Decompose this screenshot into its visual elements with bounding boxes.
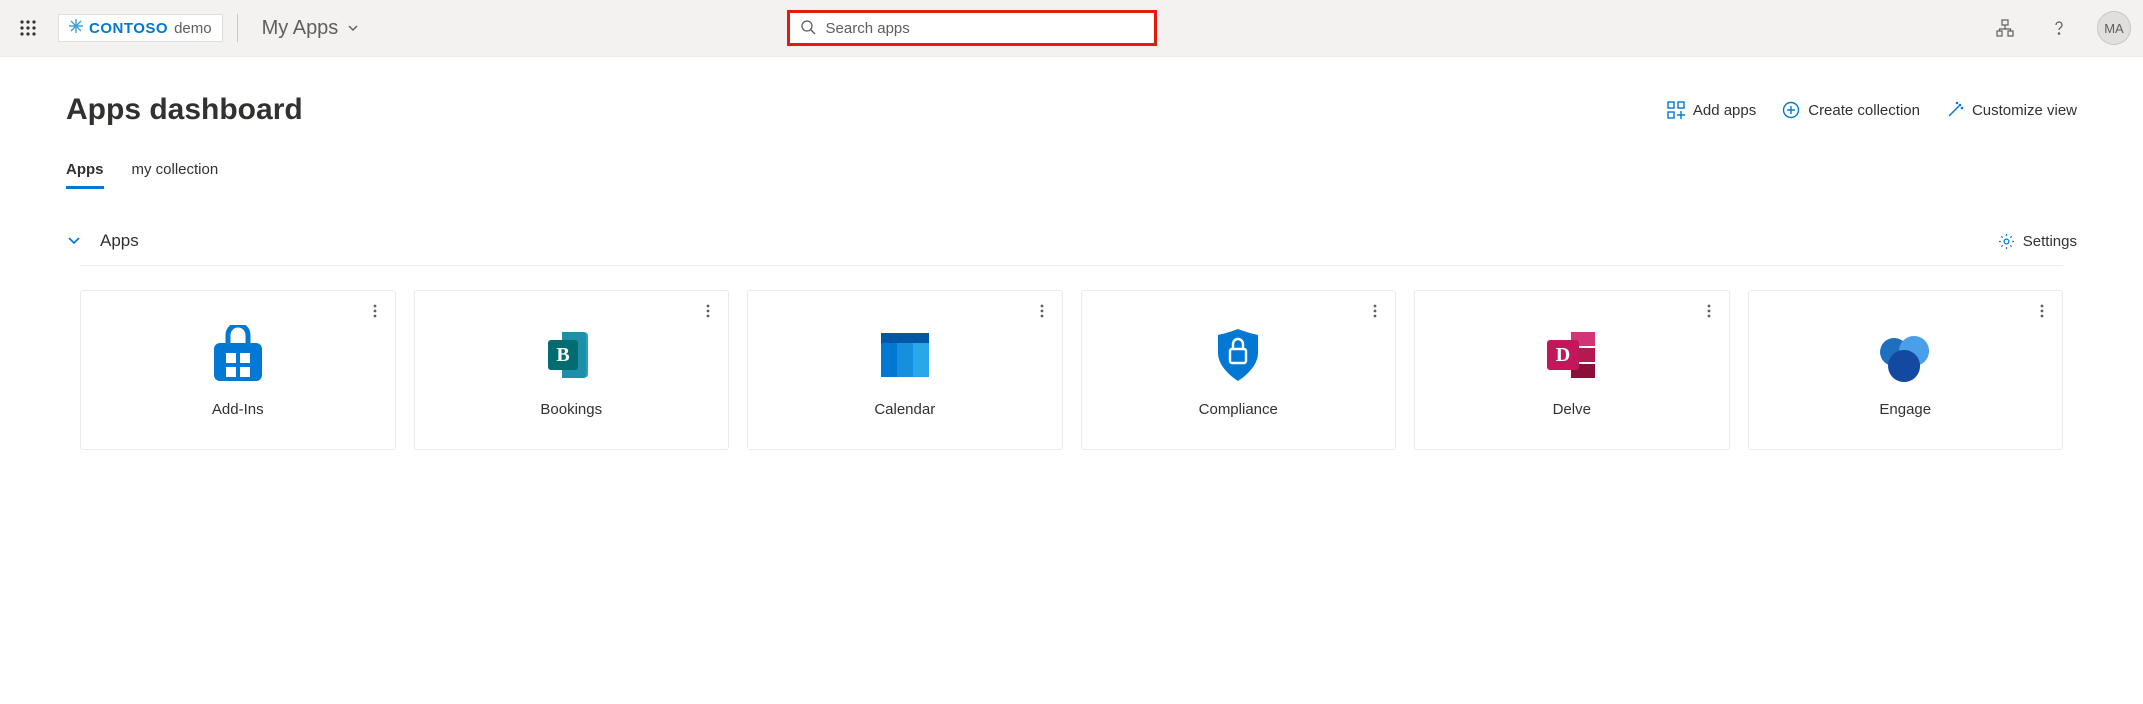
customize-view-label: Customize view (1972, 102, 2077, 119)
brand-suffix: demo (174, 20, 212, 37)
apps-grid: Add-Ins B Bookings (66, 284, 2077, 456)
tab-label: Apps (66, 161, 104, 178)
tab-label: my collection (132, 161, 219, 178)
app-label: Add-Ins (212, 401, 264, 418)
compliance-icon (1206, 323, 1270, 387)
search-input[interactable] (826, 20, 1144, 37)
add-apps-button[interactable]: Add apps (1667, 101, 1756, 119)
help-button[interactable] (2043, 12, 2075, 44)
svg-text:B: B (557, 344, 570, 366)
avatar-initials: MA (2104, 21, 2124, 36)
org-logo: CONTOSO demo (58, 14, 223, 42)
create-collection-button[interactable]: Create collection (1782, 101, 1920, 119)
delve-icon: D (1540, 323, 1604, 387)
tile-more-button[interactable] (365, 301, 385, 321)
brand-name: CONTOSO (89, 20, 168, 37)
tile-more-button[interactable] (2032, 301, 2052, 321)
app-tile-engage[interactable]: Engage (1748, 290, 2064, 450)
header-right: MA (1989, 11, 2131, 45)
app-label: Engage (1879, 401, 1931, 418)
section-header: Apps Settings (66, 231, 2077, 261)
app-label: Calendar (874, 401, 935, 418)
nav-label: My Apps (262, 17, 339, 40)
app-launcher-button[interactable] (12, 12, 44, 44)
app-label: Compliance (1199, 401, 1278, 418)
calendar-icon (873, 323, 937, 387)
svg-text:D: D (1556, 344, 1570, 366)
page-title: Apps dashboard (66, 93, 303, 127)
tab-my-collection[interactable]: my collection (132, 161, 219, 189)
search-box[interactable] (787, 10, 1157, 46)
tab-apps[interactable]: Apps (66, 161, 104, 189)
app-label: Delve (1553, 401, 1591, 418)
app-tile-delve[interactable]: D Delve (1414, 290, 1730, 450)
tile-more-button[interactable] (698, 301, 718, 321)
bookings-icon: B (539, 323, 603, 387)
app-tile-calendar[interactable]: Calendar (747, 290, 1063, 450)
user-avatar[interactable]: MA (2097, 11, 2131, 45)
addins-icon (206, 323, 270, 387)
tile-more-button[interactable] (1699, 301, 1719, 321)
app-tile-compliance[interactable]: Compliance (1081, 290, 1397, 450)
add-apps-label: Add apps (1693, 102, 1756, 119)
contoso-mark-icon (69, 19, 83, 37)
tile-more-button[interactable] (1365, 301, 1385, 321)
chevron-down-icon (66, 232, 82, 251)
tile-more-button[interactable] (1032, 301, 1052, 321)
engage-icon (1873, 323, 1937, 387)
header-bar: CONTOSO demo My Apps MA (0, 0, 2143, 57)
create-collection-label: Create collection (1808, 102, 1920, 119)
tab-bar: Apps my collection (66, 161, 2077, 189)
search-icon (800, 19, 816, 38)
section-collapse-toggle[interactable]: Apps (66, 231, 139, 251)
header-divider (237, 14, 238, 42)
app-label: Bookings (540, 401, 602, 418)
plus-circle-icon (1782, 101, 1800, 119)
title-row: Apps dashboard Add apps Create collecti (66, 93, 2077, 127)
app-tile-add-ins[interactable]: Add-Ins (80, 290, 396, 450)
main-content: Apps dashboard Add apps Create collecti (0, 57, 2143, 476)
wand-icon (1946, 101, 1964, 119)
org-structure-button[interactable] (1989, 12, 2021, 44)
section-title: Apps (100, 231, 139, 251)
page-actions: Add apps Create collection Customize vie… (1667, 101, 2077, 119)
section-divider (80, 265, 2063, 266)
app-tile-bookings[interactable]: B Bookings (414, 290, 730, 450)
grid-plus-icon (1667, 101, 1685, 119)
gear-icon (1998, 233, 2015, 250)
my-apps-dropdown[interactable]: My Apps (252, 11, 371, 46)
section-settings-button[interactable]: Settings (1998, 233, 2077, 250)
customize-view-button[interactable]: Customize view (1946, 101, 2077, 119)
settings-label: Settings (2023, 233, 2077, 250)
chevron-down-icon (346, 21, 360, 35)
